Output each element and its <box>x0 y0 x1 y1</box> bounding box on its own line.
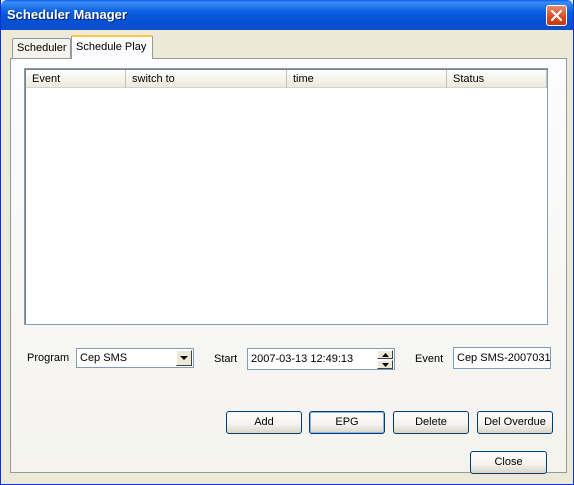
start-label: Start <box>214 353 238 365</box>
title-bar[interactable]: Scheduler Manager <box>1 0 573 30</box>
del-overdue-button[interactable]: Del Overdue <box>477 411 553 434</box>
window-title: Scheduler Manager <box>7 7 127 22</box>
event-input[interactable]: Cep SMS-2007031 <box>453 347 551 369</box>
scheduler-manager-window: Scheduler Manager Scheduler Schedule Pla… <box>0 0 574 485</box>
column-header-event[interactable]: Event <box>26 70 126 88</box>
start-value: 2007-03-13 12:49:13 <box>251 353 354 365</box>
add-button[interactable]: Add <box>226 411 302 434</box>
start-spin-up-button[interactable] <box>377 350 393 359</box>
column-header-switch-to[interactable]: switch to <box>126 70 287 88</box>
event-label: Event <box>415 353 444 365</box>
program-value: Cep SMS <box>80 352 128 364</box>
list-header: Event switch to time Status <box>26 70 547 88</box>
program-select[interactable]: Cep SMS <box>76 348 194 368</box>
schedule-list[interactable]: Event switch to time Status <box>24 68 548 325</box>
column-header-status[interactable]: Status <box>447 70 547 88</box>
close-button[interactable]: Close <box>470 451 547 474</box>
start-spin-down-button[interactable] <box>377 360 393 369</box>
delete-button[interactable]: Delete <box>393 411 469 434</box>
tab-schedule-play[interactable]: Schedule Play <box>71 35 153 59</box>
program-dropdown-button[interactable] <box>176 350 192 366</box>
event-value: Cep SMS-2007031 <box>457 352 551 364</box>
window-close-button[interactable] <box>546 5 567 26</box>
program-label: Program <box>27 352 70 364</box>
epg-button[interactable]: EPG <box>309 411 385 434</box>
start-datetime-picker[interactable]: 2007-03-13 12:49:13 <box>247 348 395 370</box>
column-header-time[interactable]: time <box>287 70 447 88</box>
tab-scheduler[interactable]: Scheduler <box>12 38 71 58</box>
